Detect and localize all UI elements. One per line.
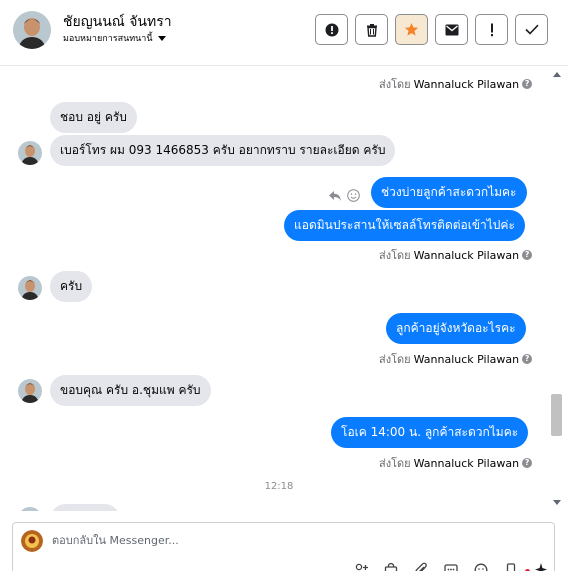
contact-name[interactable]: ชัยญนนณ์ จันทรา [63, 11, 172, 33]
emoji-icon[interactable] [473, 561, 489, 571]
scrollbar-thumb[interactable] [551, 394, 562, 436]
reply-composer[interactable] [12, 522, 555, 571]
assign-label: มอบหมายการสนทนานี้ [63, 34, 153, 44]
scroll-down-arrow[interactable] [553, 500, 561, 505]
contact-avatar-small [18, 379, 42, 403]
message-bubble-outgoing[interactable]: โอเค 14:00 น. ลูกค้าสะดวกไมคะ [331, 417, 529, 448]
message-thread[interactable]: ส่งโดย Wannaluck Pilawan ? ชอบ อยู่ ครับ… [0, 67, 550, 511]
follow-up-button[interactable] [475, 14, 508, 45]
saved-reply-icon[interactable] [443, 561, 459, 571]
info-icon[interactable]: ? [522, 79, 533, 89]
contact-avatar[interactable] [13, 11, 51, 49]
mark-spam-button[interactable] [315, 14, 348, 45]
message-scrollbar[interactable] [550, 67, 564, 511]
emoji-reaction-icon[interactable] [347, 189, 360, 202]
conversation-toolbar [315, 14, 548, 45]
message-actions [328, 189, 360, 202]
reply-input[interactable] [52, 534, 352, 547]
message-bubble-outgoing[interactable]: แอดมินประสานให้เซลล์โทรติดต่อเข้าไปค่ะ [284, 210, 525, 241]
time-separator: 12:18 [264, 481, 294, 492]
message-bubble-outgoing[interactable]: ช่วงบ่ายลูกค้าสะดวกไมคะ [371, 177, 527, 208]
scroll-up-arrow[interactable] [553, 72, 561, 77]
alert-circle-icon [325, 23, 338, 36]
contact-avatar-small [18, 141, 42, 165]
star-button[interactable] [395, 14, 428, 45]
star-icon [404, 22, 419, 36]
attachment-icon[interactable] [413, 561, 429, 571]
delete-button[interactable] [355, 14, 388, 45]
info-icon[interactable]: ? [522, 354, 533, 364]
exclamation-icon [490, 23, 493, 36]
mark-unread-button[interactable] [435, 14, 468, 45]
composer-area [0, 511, 568, 571]
message-bubble-incoming[interactable]: ขอบคุณ ครับ อ.ชุมแพ ครับ [50, 375, 211, 406]
message-bubble-outgoing[interactable]: ลูกค้าอยู่จังหวัดอะไรคะ [386, 313, 526, 344]
add-friend-icon[interactable] [353, 561, 369, 571]
check-icon [524, 24, 539, 35]
sent-by-label: ส่งโดย Wannaluck Pilawan ? [379, 350, 533, 368]
mobile-icon[interactable] [503, 561, 519, 571]
sent-by-label: ส่งโดย Wannaluck Pilawan ? [379, 75, 533, 93]
message-bubble-incoming[interactable]: ครับ [50, 271, 93, 302]
sent-by-label: ส่งโดย Wannaluck Pilawan ? [379, 454, 533, 472]
conversation-header: ชัยญนนณ์ จันทรา มอบหมายการสนทนานี้ [0, 0, 568, 66]
composer-toolbar [353, 561, 549, 571]
sparkle-icon[interactable] [533, 561, 549, 571]
bag-icon[interactable] [383, 561, 399, 571]
sent-by-label: ส่งโดย Wannaluck Pilawan ? [379, 246, 533, 264]
message-bubble-incoming[interactable]: เบอร์โทร ผม 093 1466853 ครับ อยากทราบ รา… [50, 135, 396, 166]
message-bubble-incoming[interactable]: ชอบ อยู่ ครับ [50, 102, 137, 133]
message-bubble-incoming-partial[interactable] [50, 504, 120, 511]
info-icon[interactable]: ? [522, 458, 533, 468]
reply-icon[interactable] [328, 190, 342, 202]
info-icon[interactable]: ? [522, 250, 533, 260]
trash-icon [366, 23, 377, 37]
chevron-down-icon [157, 35, 166, 41]
mark-done-button[interactable] [515, 14, 548, 45]
envelope-icon [445, 24, 458, 35]
page-avatar [21, 530, 43, 552]
contact-avatar-small [18, 276, 42, 300]
assign-conversation-dropdown[interactable]: มอบหมายการสนทนานี้ [63, 31, 166, 45]
